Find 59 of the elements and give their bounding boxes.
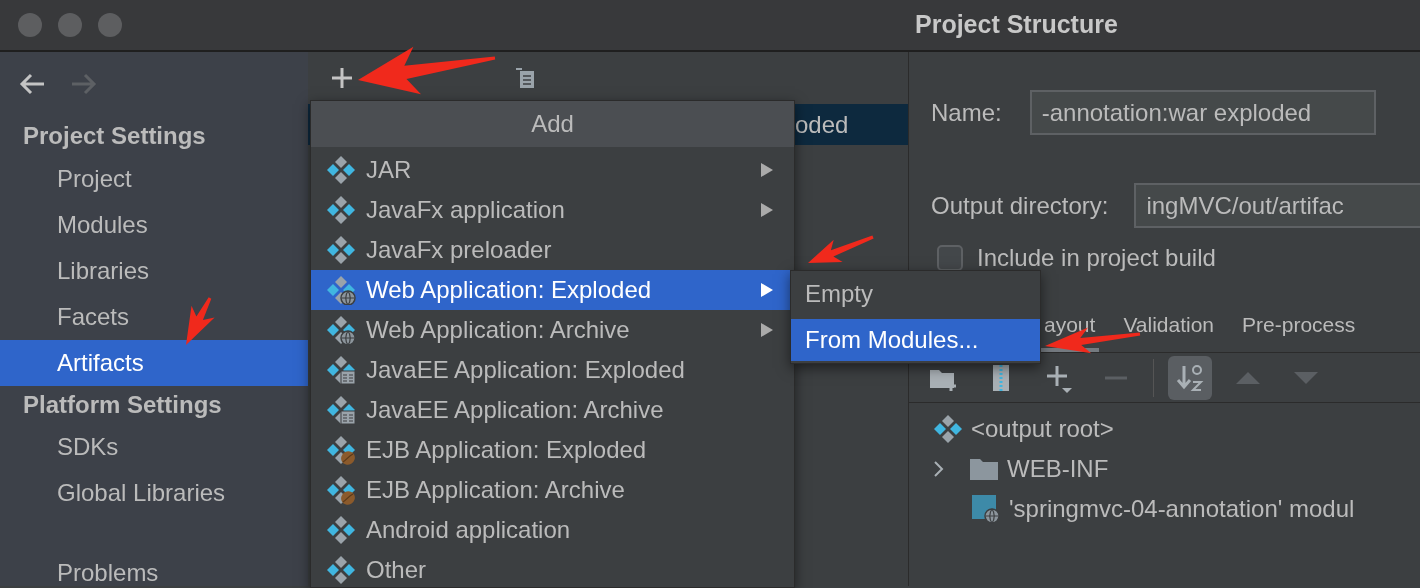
menu-item[interactable]: Android application [311,510,794,550]
sidebar-item[interactable]: Facets [0,294,308,340]
submenu-item[interactable]: Empty [791,273,1040,315]
window-title: Project Structure [915,9,1118,41]
artifact-icon [326,195,356,225]
menu-title: Add [311,101,794,147]
sidebar-item[interactable]: Project [0,156,308,202]
tree-item-label[interactable]: 'springmvc-04-annotation' modul [1009,491,1355,527]
artifact-icon [326,155,356,185]
sidebar-item[interactable]: Problems [0,550,308,586]
artifact-icon [326,235,356,265]
tree-item-label[interactable]: <output root> [971,411,1114,447]
module-icon [971,494,1001,524]
checkbox[interactable] [937,245,963,271]
section-header: Platform Settings [22,390,223,420]
bean-artifact-icon [326,435,356,465]
bean-artifact-icon [326,475,356,505]
submenu-arrow-icon [760,282,774,298]
tab[interactable]: Validation [1119,302,1219,352]
menu-item[interactable]: JavaEE Application: Archive [311,390,794,430]
add-icon[interactable] [330,66,354,90]
output-directory-field[interactable]: ingMVC/out/artifac [1134,183,1420,228]
sort-button[interactable] [1168,355,1212,400]
submenu-item[interactable]: From Modules... [791,319,1040,361]
menu-item[interactable]: JavaFx preloader [311,230,794,270]
artifact-icon [326,515,356,545]
menu-item[interactable]: JavaFx application [311,190,794,230]
sidebar-item[interactable]: Libraries [0,248,308,294]
annotation-arrow [186,297,215,345]
menu-item[interactable]: Other [311,550,794,587]
menu-item[interactable]: JavaEE Application: Exploded [311,350,794,390]
menu-item[interactable]: Web Application: Archive [311,310,794,350]
list-icon[interactable] [514,67,536,89]
field-label: Output directory: [931,190,1109,221]
submenu-arrow-icon [760,322,774,338]
sidebar-item[interactable]: Modules [0,202,308,248]
artifact-icon [933,414,963,444]
menu-item[interactable]: EJB Application: Exploded [311,430,794,470]
submenu-arrow-icon [760,202,774,218]
tab[interactable]: Pre-process [1238,302,1360,352]
field-label: Name: [931,97,1002,128]
web-artifact-icon [326,315,356,345]
javaee-artifact-icon [326,355,356,385]
submenu-arrow-icon [760,162,774,178]
javaee-artifact-icon [326,395,356,425]
checkbox-label: Include in project build [977,243,1216,273]
menu-item[interactable]: JAR [311,150,794,190]
back-arrow-icon[interactable] [18,72,46,96]
tree-item-label[interactable]: WEB-INF [1007,451,1109,487]
sidebar-item[interactable]: SDKs [0,424,308,470]
web-artifact-icon [326,275,356,305]
sidebar-item[interactable]: Global Libraries [0,470,308,516]
menu-item[interactable]: EJB Application: Archive [311,470,794,510]
name-field[interactable]: -annotation:war exploded [1029,90,1376,135]
section-header: Project Settings [22,121,207,151]
annotation-arrow [808,235,874,263]
artifact-icon [326,555,356,585]
sidebar-item[interactable]: Artifacts [0,340,308,386]
folder-icon [969,456,999,482]
